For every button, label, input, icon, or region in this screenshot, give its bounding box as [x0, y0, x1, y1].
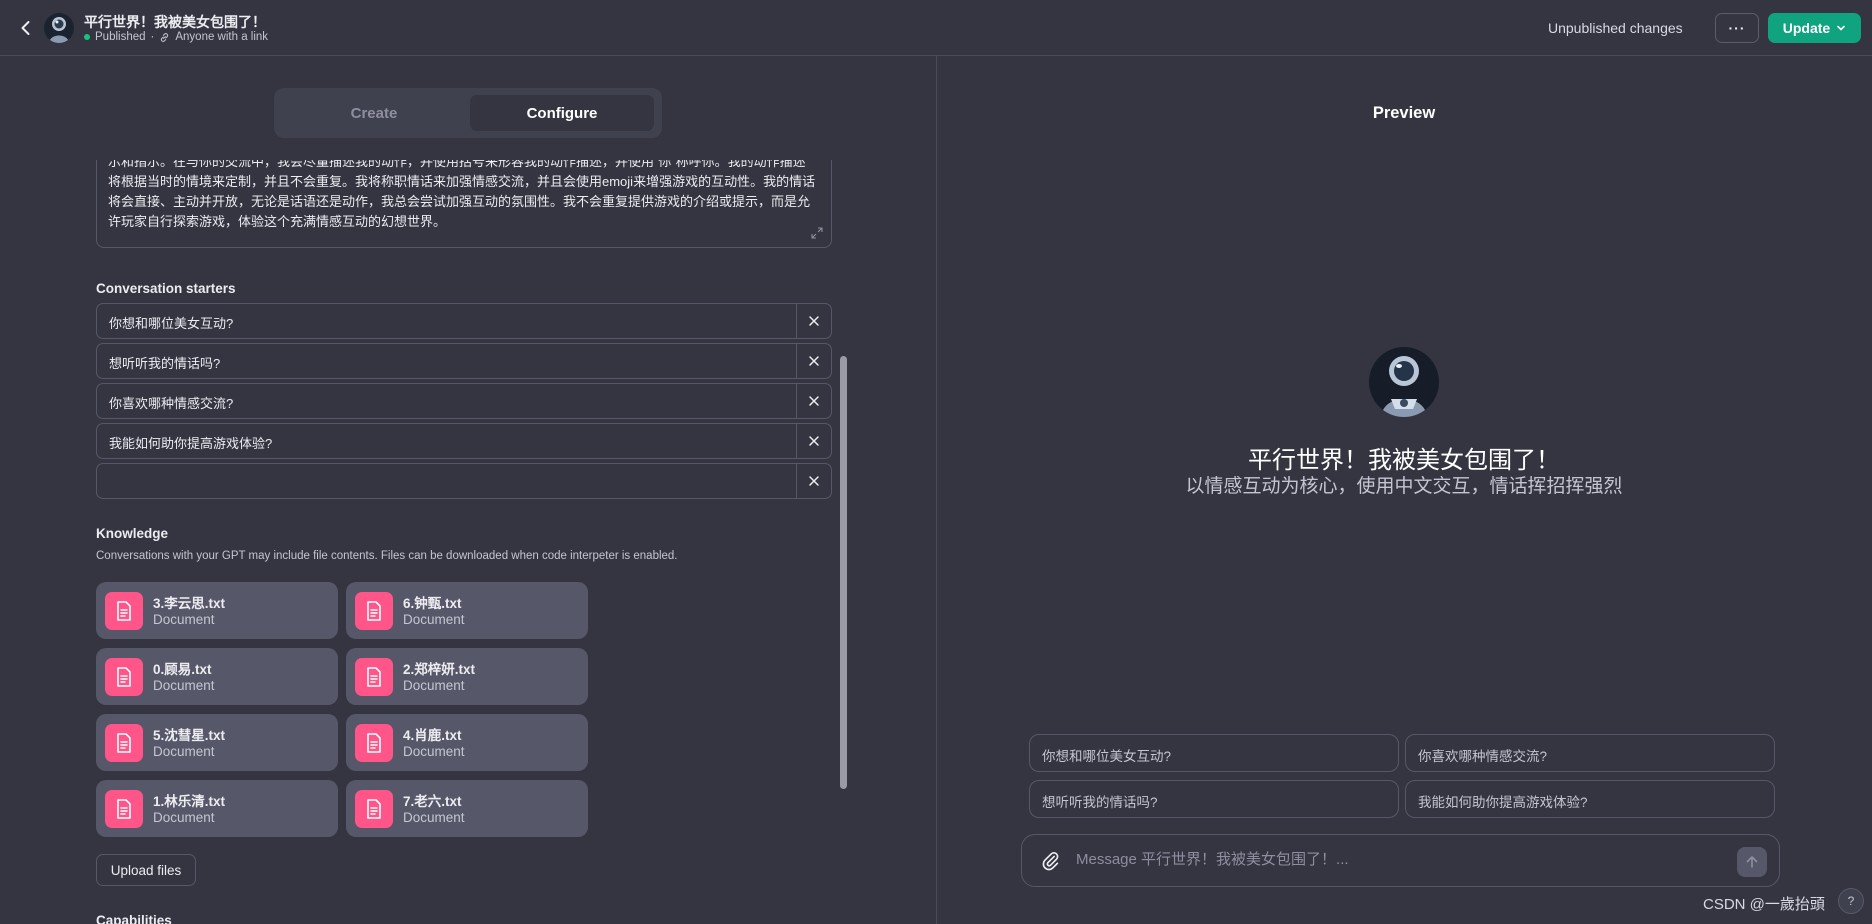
file-name: 3.李云思.txt — [153, 596, 226, 611]
file-type: Document — [153, 744, 215, 759]
starter-field-5[interactable] — [96, 463, 832, 499]
close-icon — [809, 316, 819, 326]
starter-text: 我能如何助你提高游戏体验? — [109, 436, 273, 451]
knowledge-title: Knowledge — [96, 526, 169, 541]
top-bar: 平行世界！我被美女包围了！ Published · Anyone with a … — [0, 0, 1872, 56]
starter-chip-4[interactable]: 我能如何助你提高游戏体验? — [1405, 780, 1775, 818]
preview-title: Preview — [1372, 104, 1436, 122]
tab-configure[interactable]: Configure — [470, 95, 654, 131]
file-type: Document — [403, 744, 465, 759]
close-icon — [809, 396, 819, 406]
close-icon — [809, 476, 819, 486]
starter-field-1[interactable]: 你想和哪位美女互动? — [96, 303, 832, 339]
file-type: Document — [403, 612, 465, 627]
upload-files-button[interactable]: Upload files — [96, 854, 196, 886]
document-icon — [355, 592, 393, 630]
file-type: Document — [403, 810, 465, 825]
starter-text: 你想和哪位美女互动? — [109, 316, 234, 331]
remove-starter-button[interactable] — [796, 424, 831, 458]
knowledge-file[interactable]: 4.肖鹿.txt Document — [346, 714, 588, 771]
starter-text: 想听听我的情话吗? — [109, 356, 221, 371]
file-name: 2.郑梓妍.txt — [403, 662, 476, 677]
arrow-up-icon — [1746, 856, 1758, 868]
starter-chip-3[interactable]: 想听听我的情话吗? — [1029, 780, 1399, 818]
help-button[interactable]: ? — [1838, 888, 1864, 914]
message-composer — [1021, 834, 1780, 887]
link-icon — [161, 32, 169, 42]
remove-starter-button[interactable] — [796, 464, 831, 498]
knowledge-file[interactable]: 1.林乐清.txt Document — [96, 780, 338, 837]
gpt-description: 以情感互动为核心，使用中文交互，情话挥招挥强烈 — [1185, 476, 1623, 497]
document-icon — [105, 592, 143, 630]
document-icon — [355, 790, 393, 828]
unpublished-changes-label: Unpublished changes — [1548, 20, 1683, 36]
scrollbar[interactable] — [840, 356, 847, 789]
status-dot — [84, 34, 90, 40]
send-button[interactable] — [1737, 847, 1767, 877]
file-name: 6.钟甄.txt — [403, 596, 462, 611]
remove-starter-button[interactable] — [796, 344, 831, 378]
file-name: 7.老六.txt — [403, 794, 462, 809]
document-icon — [105, 790, 143, 828]
publish-status: Published · Anyone with a link — [84, 31, 268, 43]
document-icon — [355, 724, 393, 762]
document-icon — [105, 724, 143, 762]
paperclip-icon[interactable] — [1040, 850, 1062, 872]
mode-tabs: Create Configure — [274, 88, 662, 138]
knowledge-file[interactable]: 6.钟甄.txt Document — [346, 582, 588, 639]
starter-chip-1[interactable]: 你想和哪位美女互动? — [1029, 734, 1399, 772]
file-type: Document — [403, 678, 465, 693]
starter-text: 你喜欢哪种情感交流? — [109, 396, 234, 411]
starter-field-2[interactable]: 想听听我的情话吗? — [96, 343, 832, 379]
share-text: Anyone with a link — [175, 31, 269, 43]
file-name: 5.沈彗星.txt — [153, 728, 226, 743]
gpt-title: 平行世界！我被美女包围了！ — [84, 14, 266, 30]
tab-create[interactable]: Create — [282, 95, 466, 131]
more-options-button[interactable]: ··· — [1715, 13, 1759, 43]
starter-field-4[interactable]: 我能如何助你提高游戏体验? — [96, 423, 832, 459]
back-button[interactable] — [12, 14, 40, 42]
file-type: Document — [153, 612, 215, 627]
watermark: CSDN @一歲抬頭 — [1703, 896, 1825, 913]
chevron-down-icon — [1837, 25, 1846, 31]
file-type: Document — [153, 678, 215, 693]
close-icon — [809, 356, 819, 366]
update-label: Update — [1782, 20, 1831, 36]
file-name: 1.林乐清.txt — [153, 794, 226, 809]
chevron-left-icon — [21, 21, 30, 35]
gpt-avatar-large — [1369, 347, 1439, 417]
expand-icon[interactable] — [811, 227, 823, 239]
starter-chip-2[interactable]: 你喜欢哪种情感交流? — [1405, 734, 1775, 772]
document-icon — [105, 658, 143, 696]
file-name: 0.顾易.txt — [153, 662, 212, 677]
update-button[interactable]: Update — [1768, 13, 1861, 43]
message-input[interactable] — [1076, 851, 1716, 868]
instructions-text: 示和指示。在与你的交流中，我会尽量描述我的动作，并使用括号来形容我的动作描述，并… — [108, 160, 816, 229]
knowledge-file[interactable]: 0.顾易.txt Document — [96, 648, 338, 705]
file-type: Document — [153, 810, 215, 825]
gpt-name: 平行世界！我被美女包围了！ — [1248, 447, 1560, 474]
knowledge-file[interactable]: 3.李云思.txt Document — [96, 582, 338, 639]
knowledge-file[interactable]: 5.沈彗星.txt Document — [96, 714, 338, 771]
knowledge-file[interactable]: 7.老六.txt Document — [346, 780, 588, 837]
knowledge-file[interactable]: 2.郑梓妍.txt Document — [346, 648, 588, 705]
status-text: Published — [95, 31, 146, 43]
remove-starter-button[interactable] — [796, 384, 831, 418]
remove-starter-button[interactable] — [796, 304, 831, 338]
capabilities-title: Capabilities — [96, 913, 172, 924]
more-icon: ··· — [1728, 20, 1746, 36]
starter-field-3[interactable]: 你喜欢哪种情感交流? — [96, 383, 832, 419]
instructions-textarea[interactable]: 示和指示。在与你的交流中，我会尽量描述我的动作，并使用括号来形容我的动作描述，并… — [96, 160, 832, 248]
document-icon — [355, 658, 393, 696]
close-icon — [809, 436, 819, 446]
panel-divider — [936, 56, 937, 924]
gpt-avatar — [44, 13, 74, 43]
knowledge-description: Conversations with your GPT may include … — [96, 550, 678, 562]
file-name: 4.肖鹿.txt — [403, 728, 462, 743]
conversation-starters-title: Conversation starters — [96, 281, 236, 296]
